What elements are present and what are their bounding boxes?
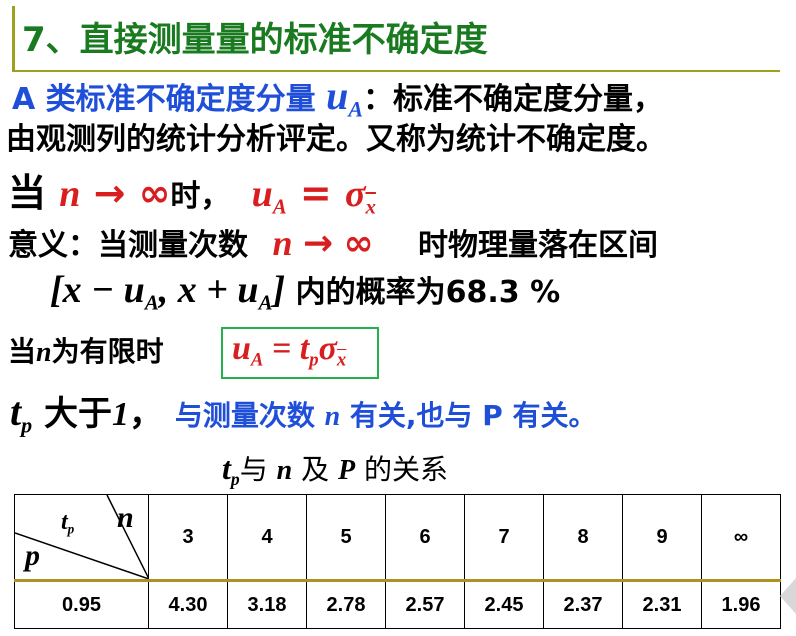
value-cell: 2.78	[306, 580, 386, 629]
header-cell: 4	[227, 494, 307, 582]
header-cell: 8	[543, 494, 623, 582]
definition-text: ：标准不确定度分量，	[363, 82, 664, 117]
header-cell: 3	[148, 494, 228, 582]
header-cell: 6	[385, 494, 465, 582]
header-cell: ∞	[701, 494, 781, 582]
value-cell: 2.37	[543, 580, 623, 629]
finite-formula: uA = tpσx	[232, 330, 347, 371]
table-header-row: tp n p 3 4 5 6 7 8 9 ∞	[14, 494, 781, 582]
type-a-label: A 类标准不确定度分量	[12, 82, 316, 117]
table-corner-cell: tp n p	[14, 494, 149, 582]
definition-line-2: 由观测列的统计分析评定。又称为统计不确定度。	[6, 122, 666, 157]
value-cell: 2.45	[464, 580, 544, 629]
table-row: 0.95 4.30 3.18 2.78 2.57 2.45 2.37 2.31 …	[14, 580, 781, 629]
tp-statement: tp 大于1， 与测量次数 n 有关,也与 P 有关。	[10, 389, 597, 438]
value-cell: 4.30	[148, 580, 228, 629]
tp-table: tp n p 3 4 5 6 7 8 9 ∞ 0.95 4.30 3.18 2.…	[14, 494, 781, 629]
row-label-cell: 0.95	[14, 580, 149, 629]
u-symbol: uA	[326, 73, 364, 122]
finite-n-line: 当n为有限时	[8, 335, 164, 368]
value-cell: 2.31	[622, 580, 702, 629]
meaning-line: 意义：当测量次数 n → ∞ 时物理量落在区间	[8, 223, 659, 264]
interval-line: [x − uA, x + uA] 内的概率为68.3 %	[50, 269, 561, 315]
limit-equation: 当 n → ∞时， uA = σx	[8, 171, 376, 219]
header-cell: 9	[622, 494, 702, 582]
value-cell: 2.57	[385, 580, 465, 629]
table-caption: tp与 n 及 P 的关系	[222, 450, 448, 490]
slide-title: 7、直接测量量的标准不确定度	[22, 20, 488, 60]
next-slide-arrow-icon[interactable]	[780, 578, 796, 614]
header-cell: 5	[306, 494, 386, 582]
value-cell: 1.96	[701, 580, 781, 629]
header-cell: 7	[464, 494, 544, 582]
value-cell: 3.18	[227, 580, 307, 629]
